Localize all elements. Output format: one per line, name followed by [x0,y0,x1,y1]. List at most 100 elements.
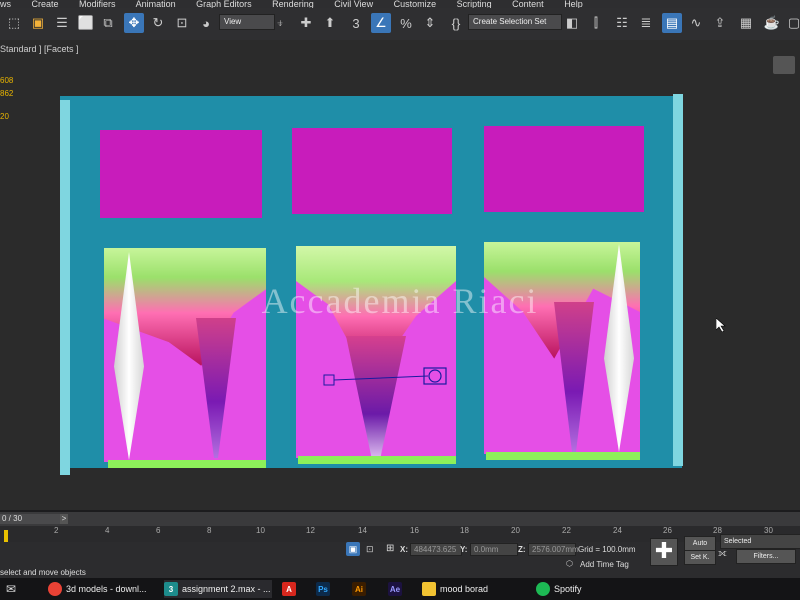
curve-editor-icon[interactable]: ∿ [686,13,706,33]
menu-item[interactable]: ws [0,0,11,8]
menu-item[interactable]: Civil View [334,0,373,8]
y-label: Y: [460,545,468,554]
spinner-snap-icon[interactable]: ⇕ [420,13,440,33]
taskbar-item-acrobat[interactable]: A [282,580,296,598]
time-slider-track[interactable] [0,512,800,526]
percent-snap-icon[interactable]: % [396,13,416,33]
after-effects-icon: Ae [388,582,402,596]
rect-region-icon[interactable]: ⬜ [76,13,96,33]
3dsmax-icon: 3 [164,582,178,596]
upper-panel-center [292,128,452,214]
viewcube[interactable] [773,56,795,74]
edit-named-selection-icon[interactable]: {} [446,13,466,33]
scene-explorer-icon[interactable]: ☷ [612,13,632,33]
placement-icon[interactable]: ◕ [196,13,216,33]
tick-label: 24 [613,526,622,535]
tick-label: 2 [54,526,59,535]
stat-verts: 862 [0,89,14,98]
mouse-cursor-icon [716,318,726,332]
acrobat-icon: A [282,582,296,596]
tick-label: 6 [156,526,161,535]
tick-label: 20 [511,526,520,535]
menu-item[interactable]: Graph Editors [196,0,252,8]
taskbar-item-spotify[interactable]: Spotify [536,580,626,598]
x-label: X: [400,545,408,554]
taskbar-item-illustrator[interactable]: Ai [352,580,366,598]
toggle-ribbon-icon[interactable]: ▤ [662,13,682,33]
next-frame-button[interactable]: > [60,514,68,524]
rendered-frame-icon[interactable]: ▢ [784,13,800,33]
set-key-icon[interactable]: ✚ [650,538,678,566]
y-coord-field[interactable]: 0.0mm [470,543,518,556]
menu-item[interactable]: Help [564,0,583,8]
isolate-icon[interactable]: ⊡ [366,544,374,555]
camera-gizmo-icon[interactable] [320,362,460,392]
add-time-tag[interactable]: Add Time Tag [580,560,629,569]
menu-item[interactable]: Scripting [457,0,492,8]
taskbar-item-after-effects[interactable]: Ae [388,580,402,598]
taskbar-item-3dsmax[interactable]: 3 assignment 2.max - ... [164,580,272,598]
taskbar-item-folder[interactable]: mood borad [422,580,526,598]
z-coord-field[interactable]: 2576.007mm [528,543,579,556]
time-tag-icon[interactable]: ⬡ [566,559,573,568]
track-bar[interactable] [0,526,800,542]
named-selection-dropdown[interactable]: Create Selection Set [468,14,562,30]
rotate-icon[interactable]: ↻ [148,13,168,33]
menu-item[interactable]: Animation [136,0,176,8]
menu-item[interactable]: Content [512,0,544,8]
filters-button[interactable]: Filters... [736,549,796,564]
select-by-name-icon[interactable]: ☰ [52,13,72,33]
grid-readout: Grid = 100.0mm [578,545,636,554]
menu-item[interactable]: Modifiers [79,0,116,8]
ledge-right [486,452,640,460]
prompt-line: select and move objects [0,568,86,577]
pivot-icon[interactable]: ⍖ [270,13,290,33]
spotify-icon [536,582,550,596]
link-icon[interactable]: ⬚ [4,13,24,33]
auto-key-button[interactable]: Auto [684,536,716,551]
selection-lock-icon[interactable]: ▣ [346,542,360,556]
snap-toggle-icon[interactable]: 3 [346,13,366,33]
viewport-label[interactable]: Standard ] [Facets ] [0,44,79,54]
taskbar-item-photoshop[interactable]: Ps [316,580,330,598]
align-icon[interactable]: ⫿ [586,13,606,33]
time-slider[interactable]: 0 / 30 [0,514,60,524]
layer-explorer-icon[interactable]: ≣ [636,13,656,33]
absolute-mode-icon[interactable]: ⊞ [386,543,394,554]
menu-item[interactable]: Create [32,0,59,8]
menu-item[interactable]: Rendering [272,0,314,8]
frame-marker [4,530,8,542]
chrome-icon [48,582,62,596]
angle-snap-icon[interactable]: ∠ [371,13,391,33]
key-filter-dropdown[interactable]: Selected [720,534,800,549]
reference-coord-dropdown[interactable]: View [219,14,275,30]
ledge-left [108,460,266,468]
x-coord-field[interactable]: 484473.625 [410,543,462,556]
taskbar-item-chrome[interactable]: 3d models - downl... [48,580,160,598]
keyboard-shortcut-icon[interactable]: ⬆ [320,13,340,33]
taskbar-item-mail[interactable]: ✉ [6,580,16,598]
tick-label: 10 [256,526,265,535]
select-manipulate-icon[interactable]: ✚ [296,13,316,33]
upper-panel-right [484,126,644,212]
key-mode-icon[interactable]: ⟗ [718,548,727,559]
photoshop-icon: Ps [316,582,330,596]
illustrator-icon: Ai [352,582,366,596]
window-crossing-icon[interactable]: ⧉ [98,13,118,33]
tick-label: 14 [358,526,367,535]
mirror-icon[interactable]: ◧ [562,13,582,33]
schematic-view-icon[interactable]: ⇪ [710,13,730,33]
tick-label: 18 [460,526,469,535]
set-key-button[interactable]: Set K. [684,550,716,565]
taskbar-label: Spotify [554,584,582,594]
tick-label: 22 [562,526,571,535]
select-object-icon[interactable]: ▣ [28,13,48,33]
tick-label: 4 [105,526,110,535]
watermark: Accademia Riaci [261,281,539,321]
render-setup-icon[interactable]: ☕ [762,13,782,33]
stat-fps: 20 [0,112,9,121]
material-editor-icon[interactable]: ▦ [736,13,756,33]
select-move-icon[interactable]: ✥ [124,13,144,33]
scale-icon[interactable]: ⊡ [172,13,192,33]
menu-item[interactable]: Customize [394,0,437,8]
